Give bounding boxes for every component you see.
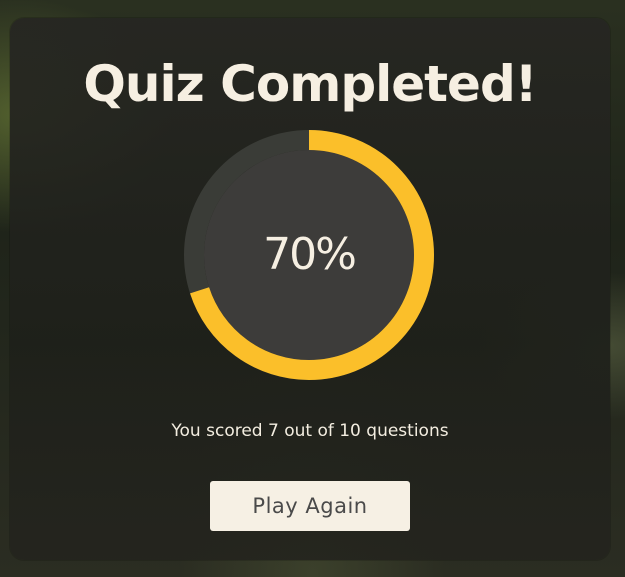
score-percentage: 70% [263,229,357,280]
quiz-result-card: Quiz Completed! 70% You scored 7 out of … [10,18,610,560]
score-summary: You scored 7 out of 10 questions [171,421,449,441]
page-title: Quiz Completed! [83,55,537,113]
play-again-button[interactable]: Play Again [210,481,410,531]
